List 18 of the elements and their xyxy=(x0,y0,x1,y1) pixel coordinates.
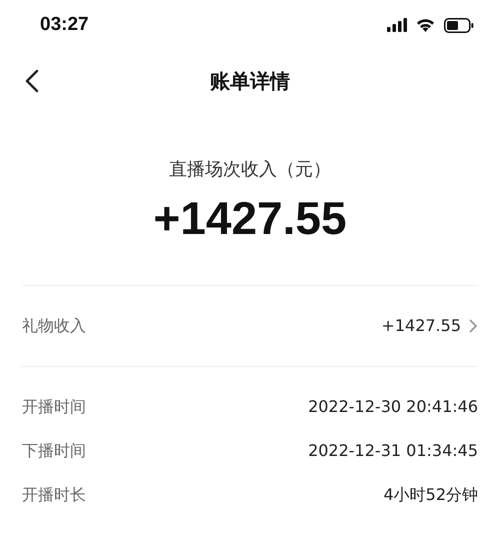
gift-income-row[interactable]: 礼物收入 +1427.55 xyxy=(0,286,500,366)
income-amount: +1427.55 xyxy=(153,195,347,241)
detail-label: 开播时间 xyxy=(22,396,86,418)
battery-icon xyxy=(444,18,474,32)
detail-value: 4小时52分钟 xyxy=(383,484,478,506)
detail-label: 开播时长 xyxy=(22,484,86,506)
signal-icon xyxy=(387,18,407,32)
wifi-icon xyxy=(416,18,435,32)
row-value: +1427.55 xyxy=(381,315,461,337)
row-label: 礼物收入 xyxy=(22,315,86,337)
back-icon xyxy=(25,69,39,93)
chevron-right-icon xyxy=(469,319,478,333)
detail-value: 2022-12-30 20:41:46 xyxy=(308,396,478,418)
page-title: 账单详情 xyxy=(210,68,290,95)
status-time: 03:27 xyxy=(40,12,89,37)
detail-value: 2022-12-31 01:34:45 xyxy=(308,440,478,462)
detail-label: 下播时间 xyxy=(22,440,86,462)
summary-label: 直播场次收入（元） xyxy=(169,158,331,182)
